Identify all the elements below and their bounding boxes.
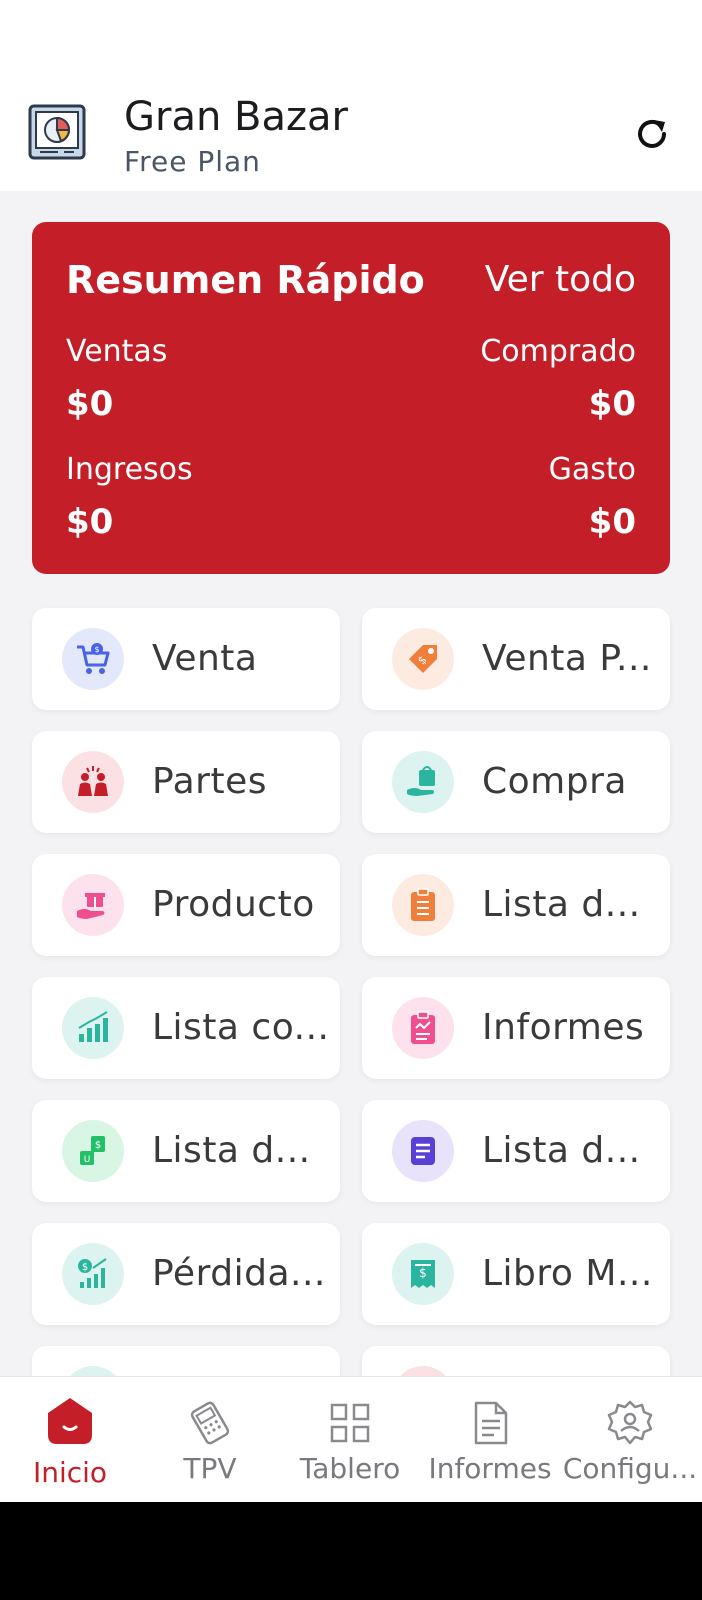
tile-label: Venta [152,638,258,679]
refresh-icon[interactable] [632,114,672,154]
tile-label: Venta P... [482,638,652,679]
pos-terminal-icon [190,1401,230,1445]
settings-icon [607,1400,653,1445]
cart-icon: $ [77,643,110,674]
bar-chart-icon [78,1011,108,1042]
tile-lista-co[interactable]: Lista co... [32,977,340,1079]
purchased-value: $0 [588,384,636,424]
tile-label: Partes [152,761,267,802]
purchased-label: Comprado [480,334,636,369]
price-tag-icon: $ [409,645,437,673]
app-screen: Gran Bazar Free Plan Resumen Rápido Ver … [0,0,702,1502]
money-transfer-icon: $ U [80,1136,105,1165]
file-icon [474,1401,508,1445]
income-value: $0 [66,502,114,542]
expense-label: Gasto [548,452,636,487]
svg-text:$: $ [82,1262,88,1273]
tile-partes[interactable]: Partes [32,731,340,833]
nav-label: Inicio [32,1456,108,1489]
tile-producto[interactable]: Producto [32,854,340,956]
tile-compra[interactable]: Compra [362,731,670,833]
nav-configuracion[interactable]: Configu... [560,1377,700,1502]
tile-label: Libro M... [482,1253,653,1294]
app-header: Gran Bazar Free Plan [0,92,702,191]
tile-label: Pérdida... [152,1253,326,1294]
svg-text:$: $ [419,1266,427,1280]
home-icon [48,1398,92,1444]
nav-informes[interactable]: Informes [420,1377,560,1502]
nav-label: TPV [183,1452,237,1485]
nav-label: Informes [428,1452,552,1485]
tile-lista-3[interactable]: Lista d... [362,1100,670,1202]
income-label: Ingresos [66,452,193,487]
view-all-link[interactable]: Ver todo [485,256,636,304]
summary-title: Resumen Rápido [66,258,425,302]
shopping-bag-hand-icon [407,766,435,796]
nav-label: Configu... [562,1452,698,1485]
tile-label: Lista d... [482,1130,641,1171]
tile-label: Producto [152,884,315,925]
bottom-navigation: Inicio TPV Tablero Informes Configu... [0,1376,702,1502]
tile-venta[interactable]: $ Venta [32,608,340,710]
nav-tpv[interactable]: TPV [140,1377,280,1502]
tile-lista-2[interactable]: $ U Lista d... [32,1100,340,1202]
tile-label: Lista co... [152,1007,330,1048]
quick-summary-card: Resumen Rápido Ver todo Ventas Comprado … [32,222,670,574]
tile-label: Lista d... [152,1130,311,1171]
people-icon [78,766,108,796]
svg-text:$: $ [94,645,99,654]
document-icon [411,1137,435,1165]
tile-label: Compra [482,761,627,802]
tile-lista-1[interactable]: Lista d... [362,854,670,956]
gift-hand-icon [77,893,105,919]
sales-value: $0 [66,384,114,424]
tile-informes[interactable]: Informes [362,977,670,1079]
tile-label: Informes [482,1007,645,1048]
nav-tablero[interactable]: Tablero [280,1377,420,1502]
plan-label: Free Plan [124,145,261,178]
clipboard-icon [411,888,435,921]
svg-text:U: U [84,1155,91,1165]
grid-icon [330,1403,370,1443]
tile-libro[interactable]: $ Libro M... [362,1223,670,1325]
expense-value: $0 [588,502,636,542]
tile-perdida[interactable]: $ Pérdida... [32,1223,340,1325]
nav-label: Tablero [299,1452,401,1485]
tile-venta-p[interactable]: $ Venta P... [362,608,670,710]
business-name: Gran Bazar [124,94,348,140]
growth-chart-icon: $ [78,1258,107,1288]
svg-text:$: $ [95,1140,101,1151]
tile-label: Lista d... [482,884,641,925]
report-icon [411,1011,435,1044]
app-logo-icon [28,104,86,160]
nav-inicio[interactable]: Inicio [0,1377,140,1502]
receipt-icon: $ [411,1260,435,1288]
status-bar [0,0,702,92]
sales-label: Ventas [66,334,168,369]
